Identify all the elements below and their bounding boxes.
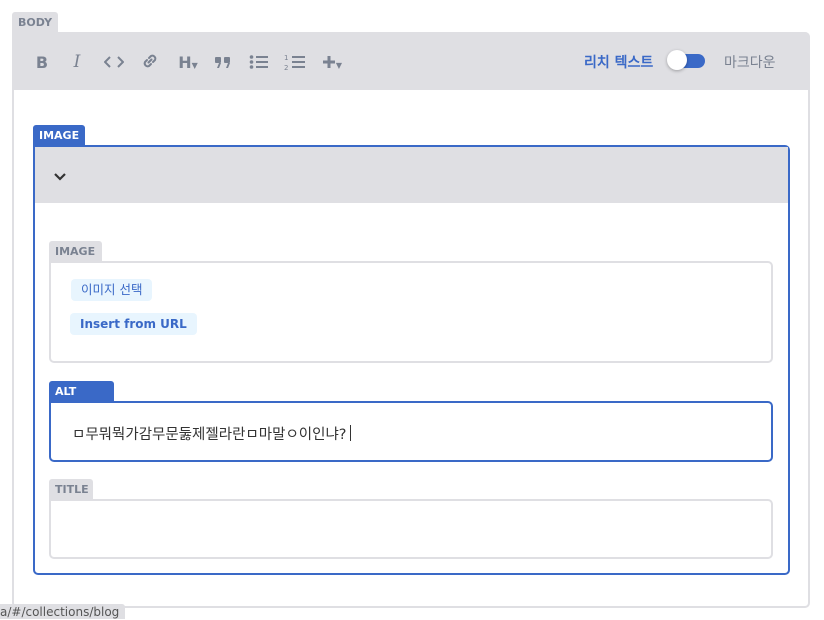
- image-widget-header[interactable]: [35, 147, 788, 203]
- quote-icon[interactable]: [210, 51, 236, 73]
- numbered-list-icon[interactable]: 12: [282, 51, 308, 73]
- editor-mode-toggle[interactable]: [667, 50, 705, 70]
- toggle-knob: [667, 50, 687, 70]
- rich-text-mode-label[interactable]: 리치 텍스트: [584, 52, 653, 72]
- image-widget-label: IMAGE: [33, 125, 85, 145]
- image-field-label: IMAGE: [49, 241, 102, 261]
- title-field-label: TITLE: [49, 479, 93, 499]
- choose-image-button[interactable]: 이미지 선택: [71, 279, 153, 301]
- add-component-icon[interactable]: ▼: [318, 51, 346, 73]
- bulleted-list-icon[interactable]: [246, 51, 272, 73]
- bold-icon[interactable]: B: [29, 51, 55, 73]
- markdown-mode-label[interactable]: 마크다운: [724, 52, 776, 72]
- image-field: [49, 261, 773, 363]
- text-cursor: [349, 425, 351, 441]
- body-field-label: BODY: [12, 12, 59, 32]
- code-icon[interactable]: [101, 51, 127, 73]
- alt-text-value[interactable]: ㅁ무뭐뭑가감무문둟제젤라란ㅁ마말ㅇ이인냐?: [72, 423, 351, 444]
- italic-icon[interactable]: I: [64, 51, 90, 73]
- chevron-down-icon[interactable]: [53, 167, 67, 186]
- status-bar-url: a/#/collections/blog: [0, 604, 126, 619]
- svg-text:1: 1: [284, 54, 288, 62]
- alt-text-field-label: ALT TEXT: [49, 381, 114, 419]
- svg-text:2: 2: [284, 64, 288, 71]
- heading-icon[interactable]: H ▼: [174, 51, 202, 73]
- insert-from-url-button[interactable]: Insert from URL: [70, 313, 197, 335]
- title-input[interactable]: [49, 499, 773, 559]
- link-icon[interactable]: [137, 50, 163, 72]
